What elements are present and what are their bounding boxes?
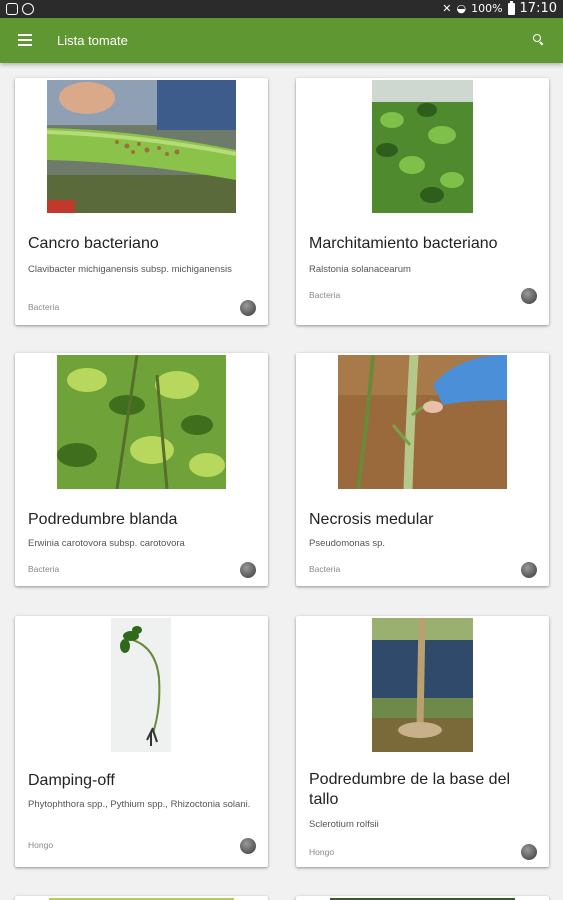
wifi-icon: ◒	[456, 2, 467, 15]
disease-photo	[372, 618, 473, 752]
tomato-icon	[521, 288, 537, 304]
menu-icon[interactable]	[18, 34, 32, 46]
category-label: Bacteria	[28, 302, 60, 312]
category-label: Hongo	[28, 840, 54, 850]
tomato-icon	[521, 562, 537, 578]
disease-name: Necrosis medular	[309, 511, 434, 528]
scientific-name: Clavibacter michiganensis subsp. michiga…	[28, 264, 232, 275]
page-title: Lista tomate	[57, 33, 128, 48]
disease-card[interactable]: Cancro bacteriano Clavibacter michiganen…	[15, 78, 268, 325]
battery-percent: 100%	[471, 2, 503, 15]
search-icon[interactable]	[533, 34, 545, 46]
category-label: Bacteria	[309, 564, 341, 574]
tomato-icon	[240, 562, 256, 578]
disease-name: Damping-off	[28, 772, 115, 789]
scientific-name: Phytophthora spp., Pythium spp., Rhizoct…	[28, 799, 251, 810]
image-icon	[6, 3, 18, 15]
scientific-name: Erwinia carotovora subsp. carotovora	[28, 538, 185, 549]
scientific-name: Pseudomonas sp.	[309, 538, 386, 549]
disease-name: Podredumbre de la base del tallo	[309, 771, 511, 808]
disease-card[interactable]: Damping-off Phytophthora spp., Pythium s…	[15, 616, 268, 867]
tomato-icon	[240, 838, 256, 854]
disease-card-partial[interactable]	[15, 896, 268, 900]
disease-card[interactable]: Podredumbre blanda Erwinia carotovora su…	[15, 353, 268, 586]
scientific-name: Ralstonia solanacearum	[309, 264, 411, 275]
category-label: Bacteria	[28, 564, 60, 574]
tomato-icon	[240, 300, 256, 316]
tomato-icon	[521, 844, 537, 860]
mute-icon: ✕	[442, 2, 452, 15]
disease-name: Podredumbre blanda	[28, 511, 178, 528]
scientific-name: Sclerotium rolfsii	[309, 819, 379, 830]
disease-card[interactable]: Necrosis medular Pseudomonas sp. Bacteri…	[296, 353, 549, 586]
disease-name: Cancro bacteriano	[28, 235, 159, 252]
app-bar: Lista tomate	[0, 18, 563, 63]
disease-card-partial[interactable]	[296, 896, 549, 900]
system-icons: ✕ ◒ 100% 17:10	[442, 0, 557, 16]
battery-icon	[507, 0, 515, 15]
category-label: Bacteria	[309, 290, 341, 300]
disease-name: Marchitamiento bacteriano	[309, 235, 498, 252]
clock: 17:10	[519, 1, 557, 16]
notification-icons	[6, 3, 34, 15]
disease-photo	[57, 355, 226, 489]
disease-photo	[47, 80, 236, 213]
disease-photo	[111, 618, 171, 752]
disease-card[interactable]: Podredumbre de la base del tallo Sclerot…	[296, 616, 549, 867]
category-label: Hongo	[309, 847, 335, 857]
disease-photo	[372, 80, 473, 213]
disease-card[interactable]: Marchitamiento bacteriano Ralstonia sola…	[296, 78, 549, 325]
disease-photo	[338, 355, 507, 489]
status-bar: ✕ ◒ 100% 17:10	[0, 0, 563, 18]
chat-icon	[22, 3, 34, 15]
